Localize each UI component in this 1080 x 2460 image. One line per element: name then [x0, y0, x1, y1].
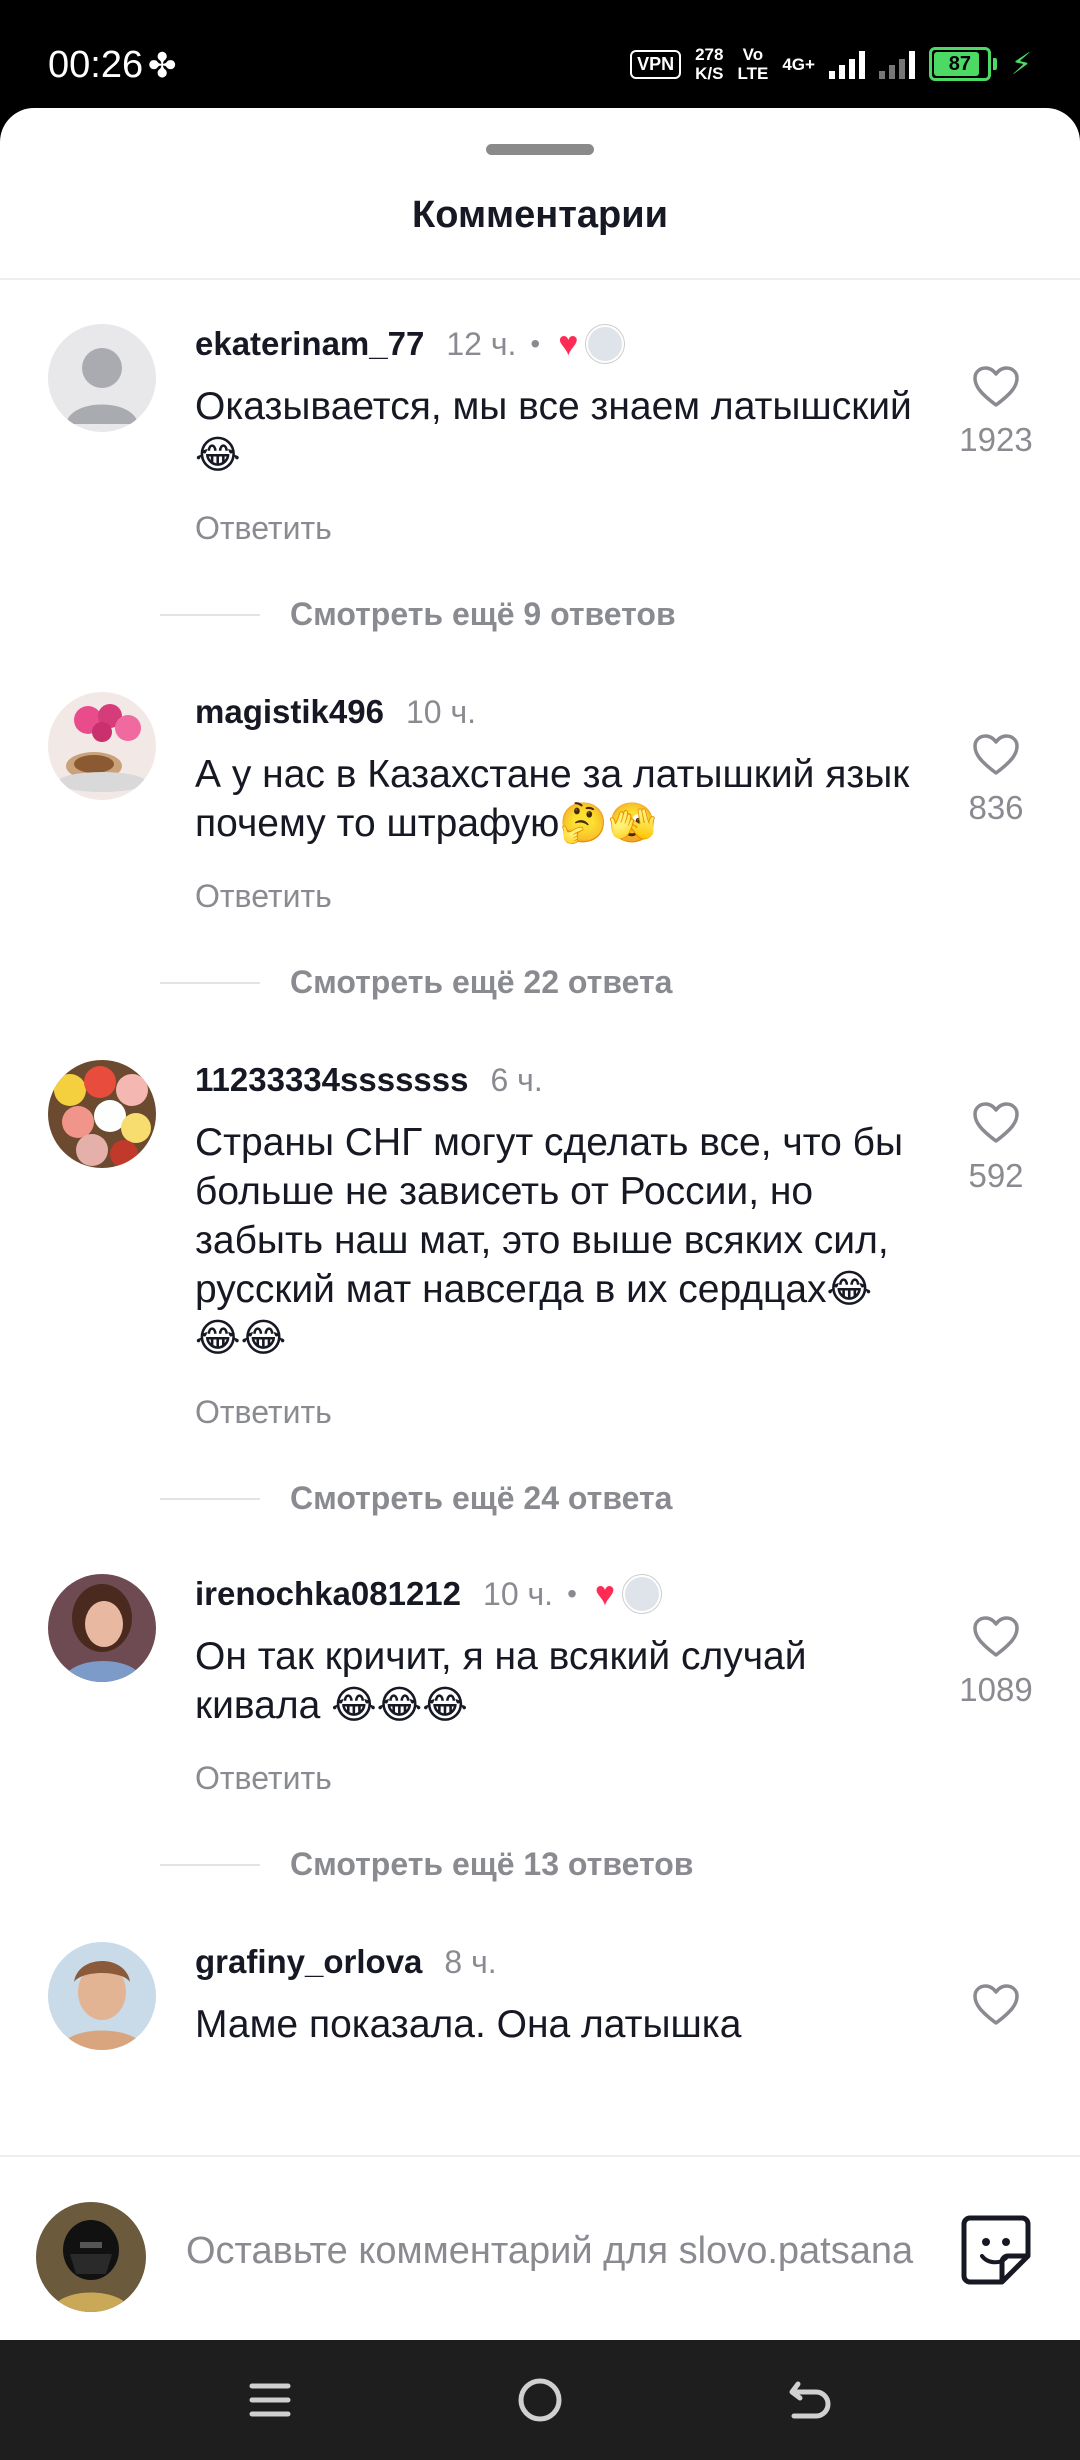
comment-username[interactable]: 11233334sssssss [195, 1061, 468, 1099]
comment-username[interactable]: ekaterinam_77 [195, 325, 424, 363]
status-icons: VPN 278 K/S Vo LTE 4G+ 87 ⚡ [630, 42, 1032, 86]
comment-time: 10 ч. [405, 693, 476, 730]
volte-top: Vo [742, 45, 764, 64]
like-button[interactable]: 1089 [930, 1615, 1062, 1709]
comment-text: Оказывается, мы все знаем латышский😂 [195, 385, 912, 477]
avatar[interactable] [48, 1942, 156, 2050]
volte-icon: Vo LTE [737, 45, 768, 83]
sheet-title: Комментарии [412, 194, 668, 236]
like-count: 592 [968, 1157, 1024, 1194]
comment-input[interactable]: Оставьте комментарий для slovo.patsana [186, 2230, 916, 2273]
sticker-icon [961, 2215, 1031, 2285]
view-more-replies-label[interactable]: Смотреть ещё 13 ответов [290, 1846, 693, 1883]
heart-outline-icon [973, 1102, 1019, 1143]
like-count: 1089 [959, 1671, 1033, 1708]
creator-avatar [623, 1575, 662, 1613]
network-speed: 278 K/S [695, 45, 723, 83]
creator-avatar [586, 325, 625, 363]
reply-button[interactable]: Ответить [195, 1394, 332, 1431]
like-count: 836 [968, 789, 1024, 826]
divider [160, 613, 260, 616]
like-button[interactable]: 1923 [930, 365, 1062, 459]
divider [160, 1497, 260, 1500]
comment-text: Он так кричит, я на всякий случай кивала… [195, 1635, 807, 1727]
like-button[interactable] [930, 1983, 1062, 2027]
comment-header: irenochka081212 10 ч. • ♥ [195, 1572, 662, 1616]
separator-dot: • [530, 328, 541, 359]
comments-sheet: Комментарии ekaterinam_77 12 ч. • ♥ Оказ… [0, 108, 1080, 2340]
creator-liked-heart-icon: ♥ [594, 1575, 616, 1613]
view-more-replies[interactable]: Смотреть ещё 22 ответа [160, 964, 672, 1001]
back-icon [789, 2381, 831, 2419]
heart-outline-icon [973, 1984, 1019, 2025]
like-button[interactable]: 836 [930, 733, 1062, 827]
menu-icon [249, 2383, 291, 2417]
status-bar: 00:26 ✤ VPN 278 K/S Vo LTE 4G+ 87 ⚡ [0, 0, 1080, 110]
reply-button[interactable]: Ответить [195, 510, 332, 547]
charging-icon: ⚡ [1010, 47, 1032, 81]
network-speed-value: 278 [695, 45, 724, 64]
comment-username[interactable]: irenochka081212 [195, 1575, 461, 1613]
mobile-data-icon: 4G+ [782, 54, 815, 74]
reply-button[interactable]: Ответить [195, 878, 332, 915]
sticker-button[interactable] [958, 2212, 1034, 2288]
view-more-replies-label[interactable]: Смотреть ещё 9 ответов [290, 596, 676, 633]
like-button[interactable]: 592 [930, 1101, 1062, 1195]
comment-header: magistik496 10 ч. [195, 690, 476, 734]
back-button[interactable] [780, 2370, 840, 2430]
network-speed-unit: K/S [695, 64, 724, 83]
home-button[interactable] [510, 2370, 570, 2430]
avatar[interactable] [48, 692, 156, 800]
comment-username[interactable]: magistik496 [195, 693, 384, 731]
signal-2-icon [878, 49, 915, 79]
comment-composer: Оставьте комментарий для slovo.patsana [0, 2180, 1080, 2340]
comment-time: 10 ч. [483, 1575, 554, 1612]
creator-liked-heart-icon: ♥ [558, 325, 579, 363]
app-notification-icon: ✤ [148, 47, 177, 85]
like-count: 1923 [959, 421, 1033, 458]
heart-outline-icon [973, 366, 1019, 407]
comment-time: 12 ч. [446, 325, 517, 362]
battery-icon: 87 [928, 47, 991, 81]
vpn-icon: VPN [630, 49, 682, 79]
comment-text: А у нас в Казахстане за латышкий язык по… [195, 753, 910, 845]
sheet-drag-handle[interactable] [486, 144, 594, 155]
status-time: 00:26 [48, 44, 144, 86]
reply-button[interactable]: Ответить [195, 1760, 332, 1797]
comment-list[interactable]: ekaterinam_77 12 ч. • ♥ Оказывается, мы … [0, 280, 1080, 2150]
recent-apps-button[interactable] [240, 2370, 300, 2430]
system-nav-bar [0, 2340, 1080, 2460]
view-more-replies[interactable]: Смотреть ещё 13 ответов [160, 1846, 693, 1883]
heart-outline-icon [973, 1616, 1019, 1657]
my-avatar[interactable] [36, 2202, 146, 2312]
comment-username[interactable]: grafiny_orlova [195, 1943, 422, 1981]
divider [160, 1863, 260, 1866]
view-more-replies-label[interactable]: Смотреть ещё 24 ответа [290, 1480, 672, 1517]
comment-header: ekaterinam_77 12 ч. • ♥ [195, 322, 625, 366]
view-more-replies-label[interactable]: Смотреть ещё 22 ответа [290, 964, 672, 1001]
view-more-replies[interactable]: Смотреть ещё 9 ответов [160, 596, 676, 633]
avatar[interactable] [48, 324, 156, 432]
battery-level: 87 [948, 52, 972, 75]
divider [160, 981, 260, 984]
signal-icon [828, 49, 865, 79]
home-circle-icon [518, 2378, 562, 2422]
avatar[interactable] [48, 1060, 156, 1168]
volte-bottom: LTE [737, 64, 769, 83]
separator-dot: • [567, 1578, 577, 1609]
comment-header: 11233334sssssss 6 ч. [195, 1058, 543, 1102]
comment-time: 8 ч. [444, 1943, 497, 1980]
comment-text: Страны СНГ могут сделать все, что бы бол… [195, 1121, 904, 1360]
comment-text: Маме показала. Она латышка [195, 2003, 742, 2046]
avatar[interactable] [48, 1574, 156, 1682]
comment-header: grafiny_orlova 8 ч. [195, 1940, 497, 1984]
comment-time: 6 ч. [490, 1061, 543, 1098]
battery-tip [992, 58, 997, 70]
heart-outline-icon [973, 734, 1019, 775]
view-more-replies[interactable]: Смотреть ещё 24 ответа [160, 1480, 672, 1517]
